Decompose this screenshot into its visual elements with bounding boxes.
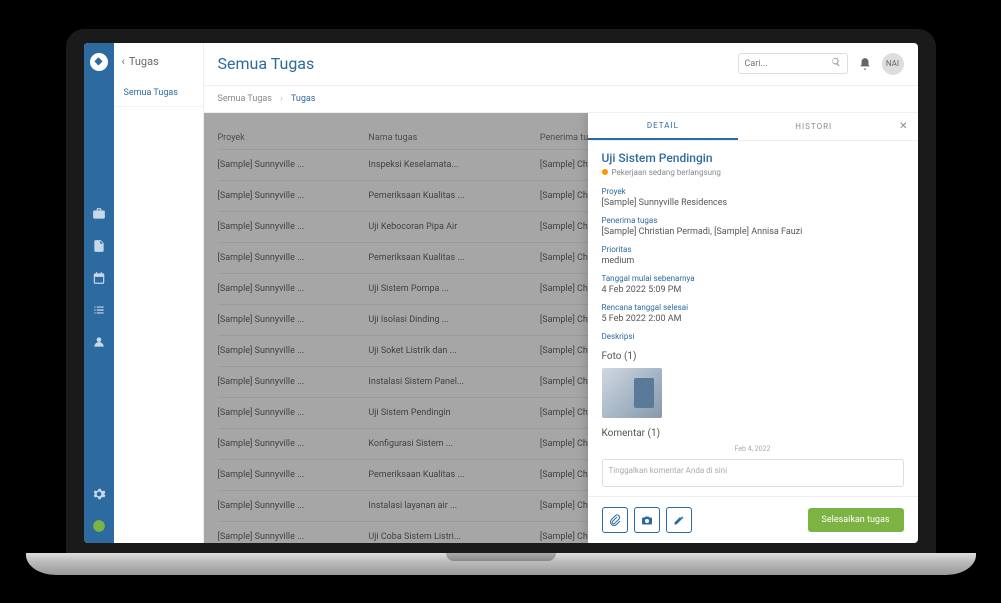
field-value-selesai: 5 Feb 2022 2:00 AM	[602, 314, 904, 324]
help-icon[interactable]	[92, 519, 106, 533]
breadcrumb-current: Tugas	[291, 94, 316, 104]
cell-proyek: [Sample] Sunnyville ...	[218, 284, 369, 294]
cell-proyek: [Sample] Sunnyville ...	[218, 470, 369, 480]
field-label-selesai: Rencana tanggal selesai	[602, 303, 904, 312]
cell-proyek: [Sample] Sunnyville ...	[218, 439, 369, 449]
cell-proyek: [Sample] Sunnyville ...	[218, 160, 369, 170]
cell-proyek: [Sample] Sunnyville ...	[218, 253, 369, 263]
icon-sidebar: ◆	[84, 43, 114, 543]
cell-proyek: [Sample] Sunnyville ...	[218, 346, 369, 356]
app-logo[interactable]: ◆	[90, 53, 108, 71]
list-icon[interactable]	[92, 303, 106, 317]
cell-nama: Pemeriksaan Kualitas ...	[368, 191, 540, 201]
cell-nama: Pemeriksaan Kualitas ...	[368, 253, 540, 263]
search-input[interactable]	[745, 59, 825, 69]
cell-proyek: [Sample] Sunnyville ...	[218, 315, 369, 325]
back-nav[interactable]: ‹ Tugas	[114, 43, 203, 80]
detail-panel: DETAIL HISTORI ✕ Uji Sistem Pendingin Pe…	[588, 113, 918, 543]
status-dot-icon	[602, 169, 608, 175]
settings-icon[interactable]	[92, 487, 106, 501]
sidebar-item-all-tasks[interactable]: Semua Tugas	[114, 80, 203, 107]
cell-proyek: [Sample] Sunnyville ...	[218, 532, 369, 542]
field-label-proyek: Proyek	[602, 187, 904, 196]
topbar: Semua Tugas NAI	[204, 43, 918, 86]
notifications-icon[interactable]	[858, 57, 872, 71]
back-label: Tugas	[129, 55, 159, 68]
search-icon	[831, 57, 841, 70]
field-label-penerima: Penerima tugas	[602, 216, 904, 225]
left-panel: ‹ Tugas Semua Tugas	[114, 43, 204, 543]
tab-history[interactable]: HISTORI	[738, 114, 889, 139]
photo-thumbnail[interactable]	[602, 368, 662, 418]
cell-proyek: [Sample] Sunnyville ...	[218, 191, 369, 201]
cell-nama: Uji Soket Listrik dan ...	[368, 346, 540, 356]
briefcase-icon[interactable]	[92, 207, 106, 221]
task-title: Uji Sistem Pendingin	[602, 151, 904, 165]
status-text: Pekerjaan sedang berlangsung	[612, 168, 721, 177]
cell-proyek: [Sample] Sunnyville ...	[218, 501, 369, 511]
document-icon[interactable]	[92, 239, 106, 253]
field-value-penerima: [Sample] Christian Permadi, [Sample] Ann…	[602, 227, 904, 237]
close-icon[interactable]: ✕	[889, 121, 917, 132]
field-label-mulai: Tanggal mulai sebenarnya	[602, 274, 904, 283]
cell-proyek: [Sample] Sunnyville ...	[218, 222, 369, 232]
cell-proyek: [Sample] Sunnyville ...	[218, 377, 369, 387]
cell-nama: Inspeksi Keselamata...	[368, 160, 540, 170]
cell-nama: Konfigurasi Sistem ...	[368, 439, 540, 449]
complete-task-button[interactable]: Selesaikan tugas	[808, 508, 904, 532]
col-header-proyek[interactable]: Proyek	[218, 133, 369, 143]
breadcrumb-root[interactable]: Semua Tugas	[218, 94, 272, 104]
cell-nama: Uji Sistem Pendingin	[368, 408, 540, 418]
col-header-nama[interactable]: Nama tugas	[368, 133, 540, 143]
people-icon[interactable]	[92, 335, 106, 349]
field-label-deskripsi: Deskripsi	[602, 332, 904, 341]
calendar-icon[interactable]	[92, 271, 106, 285]
page-title: Semua Tugas	[218, 54, 728, 73]
chevron-left-icon: ‹	[122, 55, 125, 68]
cell-nama: Uji Kebocoran Pipa Air	[368, 222, 540, 232]
comment-date: Feb 4, 2022	[602, 445, 904, 453]
cell-nama: Uji Isolasi Dinding ...	[368, 315, 540, 325]
camera-icon[interactable]	[634, 507, 660, 533]
tab-detail[interactable]: DETAIL	[588, 113, 739, 140]
search-box[interactable]	[738, 53, 848, 74]
task-status: Pekerjaan sedang berlangsung	[602, 168, 904, 177]
comment-input[interactable]: Tinggalkan komentar Anda di sini	[602, 459, 904, 487]
field-value-proyek: [Sample] Sunnyville Residences	[602, 198, 904, 208]
field-label-prioritas: Prioritas	[602, 245, 904, 254]
cell-nama: Uji Coba Sistem Listri...	[368, 532, 540, 542]
edit-icon[interactable]	[666, 507, 692, 533]
cell-nama: Instalasi Sistem Panel...	[368, 377, 540, 387]
section-komentar: Komentar (1)	[602, 428, 904, 439]
cell-nama: Instalasi layanan air ...	[368, 501, 540, 511]
cell-nama: Uji Sistem Pompa ...	[368, 284, 540, 294]
chevron-right-icon: ›	[280, 94, 283, 104]
section-foto: Foto (1)	[602, 351, 904, 362]
cell-nama: Pemeriksaan Kualitas ...	[368, 470, 540, 480]
field-value-prioritas: medium	[602, 256, 904, 266]
breadcrumb: Semua Tugas › Tugas	[204, 86, 918, 113]
cell-proyek: [Sample] Sunnyville ...	[218, 408, 369, 418]
user-avatar[interactable]: NAI	[882, 53, 904, 75]
attach-icon[interactable]	[602, 507, 628, 533]
field-value-mulai: 4 Feb 2022 5:09 PM	[602, 285, 904, 295]
